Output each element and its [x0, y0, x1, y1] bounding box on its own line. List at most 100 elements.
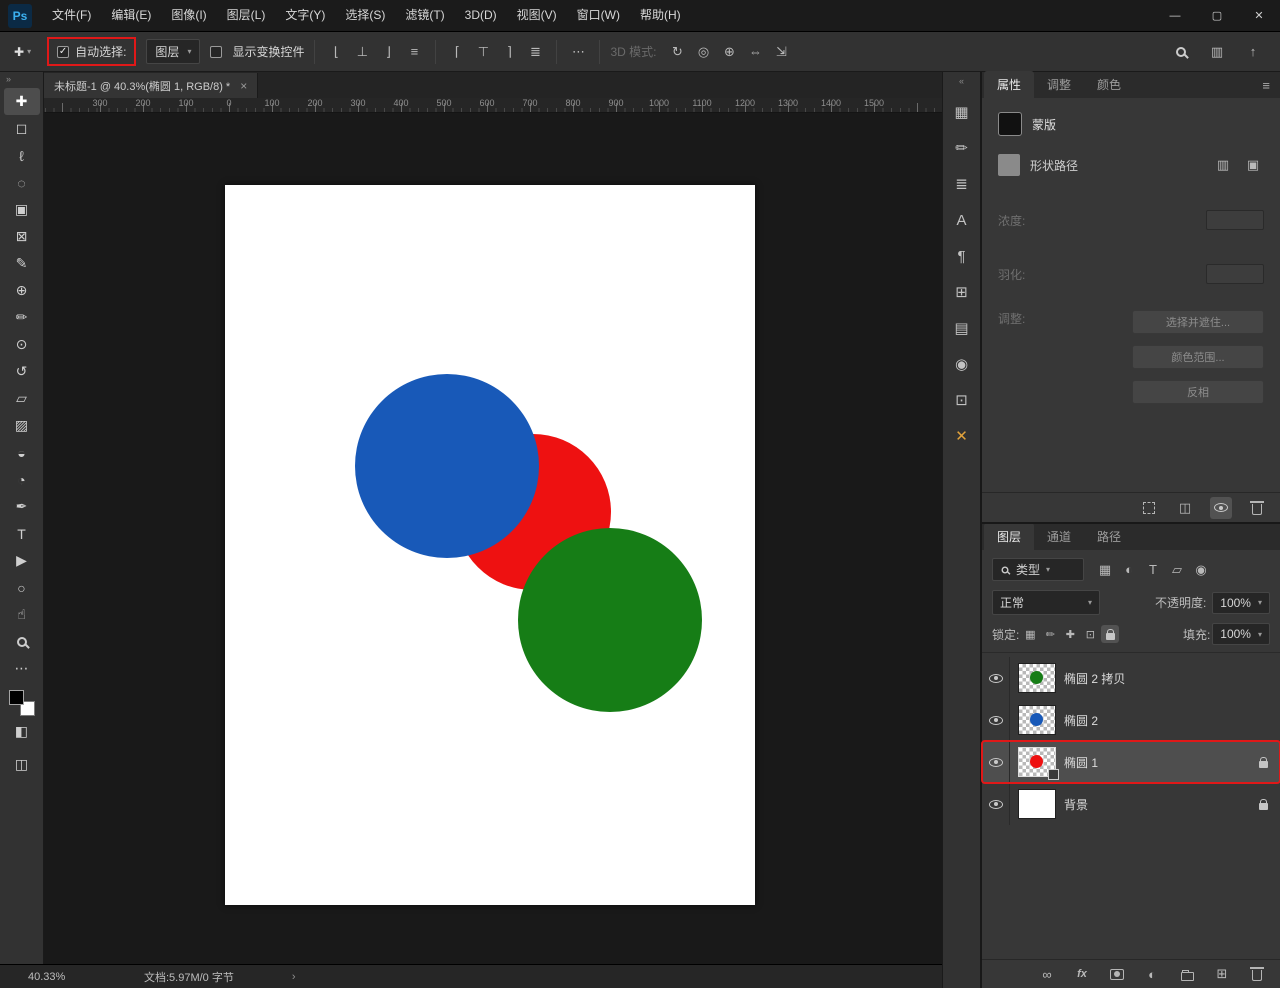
type-tool[interactable]: T: [4, 520, 40, 547]
strip-collapse-icon[interactable]: «: [943, 76, 980, 90]
layer-thumbnail[interactable]: [1019, 664, 1055, 692]
tab-layers[interactable]: 图层: [984, 523, 1034, 550]
layer-row[interactable]: 椭圆 1: [982, 741, 1280, 783]
lock-transparency-icon[interactable]: ▦: [1021, 625, 1039, 643]
lock-nesting-icon[interactable]: ⊡: [1081, 625, 1099, 643]
healing-brush-tool[interactable]: ⊕: [4, 277, 40, 304]
color-swatches[interactable]: [9, 690, 35, 716]
new-layer-icon[interactable]: ⊞: [1211, 963, 1233, 985]
lock-all-icon[interactable]: [1101, 625, 1119, 643]
canvas-document[interactable]: [225, 185, 755, 905]
glyphs-panel-icon[interactable]: ⊞: [948, 278, 976, 306]
tab-properties[interactable]: 属性: [984, 71, 1034, 98]
tab-adjustments[interactable]: 调整: [1034, 71, 1084, 98]
visibility-toggle[interactable]: [982, 741, 1010, 783]
add-layer-mask-icon[interactable]: [1106, 963, 1128, 985]
align-right-edges-icon[interactable]: ⌋: [377, 41, 399, 63]
learn-panel-icon[interactable]: ◉: [948, 350, 976, 378]
menu-item-1[interactable]: 编辑(E): [101, 0, 161, 31]
tab-paths[interactable]: 路径: [1084, 523, 1134, 550]
filter-smart-objects-icon[interactable]: ◉: [1190, 559, 1212, 581]
quick-mask-icon[interactable]: ◧: [4, 718, 40, 745]
auto-select-target-dropdown[interactable]: 图层 ▾: [146, 39, 200, 64]
layer-mask-mode-icon[interactable]: ▥: [1212, 154, 1234, 176]
search-icon[interactable]: [1170, 41, 1192, 63]
align-left-edges-icon[interactable]: ⌊: [325, 41, 347, 63]
prop-button-1[interactable]: 颜色范围...: [1132, 345, 1264, 369]
opacity-dropdown[interactable]: 100% ▾: [1212, 592, 1270, 614]
show-transform-checkbox[interactable]: .: [210, 46, 222, 58]
canvas-area[interactable]: 3002001000100200300400500600700800900100…: [44, 98, 942, 964]
mask-thumbnail[interactable]: [998, 112, 1022, 136]
toolbar-collapse-icon[interactable]: »: [0, 74, 43, 88]
distribute-horizontal-icon[interactable]: ≡: [403, 41, 425, 63]
hand-tool[interactable]: ☝: [4, 601, 40, 628]
feather-value-field[interactable]: [1206, 264, 1264, 284]
clone-source-panel-icon[interactable]: ≣: [948, 170, 976, 198]
path-selection-tool[interactable]: ▶: [4, 547, 40, 574]
gradient-tool[interactable]: ▨: [4, 412, 40, 439]
filter-pixel-layers-icon[interactable]: ▦: [1094, 559, 1116, 581]
layer-row[interactable]: 椭圆 2: [982, 699, 1280, 741]
zoom-level-field[interactable]: 40.33%: [28, 971, 88, 983]
swatches-panel-icon[interactable]: ▦: [948, 98, 976, 126]
menu-item-10[interactable]: 帮助(H): [630, 0, 691, 31]
green-ellipse[interactable]: [518, 528, 702, 712]
character-panel-icon[interactable]: A: [948, 206, 976, 234]
workspace-switcher-icon[interactable]: ▥: [1206, 41, 1228, 63]
document-tab[interactable]: 未标题-1 @ 40.3%(椭圆 1, RGB/8) * ×: [44, 73, 258, 98]
history-brush-tool[interactable]: ↺: [4, 358, 40, 385]
eyedropper-tool[interactable]: ✎: [4, 250, 40, 277]
3d-slide-icon[interactable]: ⇔: [744, 41, 766, 63]
close-tab-icon[interactable]: ×: [240, 79, 247, 93]
paragraph-panel-icon[interactable]: ¶: [948, 242, 976, 270]
edit-toolbar-icon[interactable]: ⋯: [4, 655, 40, 682]
blend-mode-dropdown[interactable]: 正常 ▾: [992, 590, 1100, 615]
lasso-tool[interactable]: ℓ: [4, 142, 40, 169]
prop-button-2[interactable]: 反相: [1132, 380, 1264, 404]
libraries-panel-icon[interactable]: ▤: [948, 314, 976, 342]
more-align-options-icon[interactable]: ⋯: [567, 41, 589, 63]
link-layers-icon[interactable]: ∞: [1036, 963, 1058, 985]
eraser-tool[interactable]: ▱: [4, 385, 40, 412]
info-panel-icon[interactable]: ⊡: [948, 386, 976, 414]
clone-stamp-tool[interactable]: ⊙: [4, 331, 40, 358]
density-value-field[interactable]: [1206, 210, 1264, 230]
3d-drag-icon[interactable]: ⊕: [718, 41, 740, 63]
zoom-tool[interactable]: [4, 628, 40, 655]
menu-item-4[interactable]: 文字(Y): [275, 0, 335, 31]
status-expand-icon[interactable]: ›: [292, 971, 296, 983]
layer-thumbnail[interactable]: [1019, 706, 1055, 734]
prop-button-0[interactable]: 选择并遮住...: [1132, 310, 1264, 334]
layer-style-icon[interactable]: fx: [1071, 963, 1093, 985]
rectangular-marquee-tool[interactable]: ◻: [4, 115, 40, 142]
vector-mask-mode-icon[interactable]: ▣: [1242, 154, 1264, 176]
auto-select-checkbox[interactable]: ✓: [57, 46, 69, 58]
layer-row[interactable]: 椭圆 2 拷贝: [982, 657, 1280, 699]
minimize-button[interactable]: —: [1154, 0, 1196, 31]
3d-rotate-icon[interactable]: ↻: [666, 41, 688, 63]
foreground-color-swatch[interactable]: [9, 690, 24, 705]
pen-tool[interactable]: ✒: [4, 493, 40, 520]
annotations-panel-icon[interactable]: ✕: [948, 422, 976, 450]
filter-shape-layers-icon[interactable]: ▱: [1166, 559, 1188, 581]
share-image-icon[interactable]: ↑: [1242, 41, 1264, 63]
menu-item-9[interactable]: 窗口(W): [567, 0, 630, 31]
brush-tool[interactable]: ✏: [4, 304, 40, 331]
lock-pixels-icon[interactable]: ✏: [1041, 625, 1059, 643]
menu-item-8[interactable]: 视图(V): [507, 0, 567, 31]
crop-tool[interactable]: ▣: [4, 196, 40, 223]
menu-item-7[interactable]: 3D(D): [455, 0, 507, 31]
menu-item-0[interactable]: 文件(F): [42, 0, 101, 31]
align-bottom-edges-icon[interactable]: ⌉: [498, 41, 520, 63]
3d-scale-icon[interactable]: ⇲: [770, 41, 792, 63]
delete-mask-icon[interactable]: [1246, 497, 1268, 519]
align-horizontal-centers-icon[interactable]: ⊥: [351, 41, 373, 63]
distribute-vertical-icon[interactable]: ≣: [524, 41, 546, 63]
filter-type-layers-icon[interactable]: T: [1142, 559, 1164, 581]
tab-channels[interactable]: 通道: [1034, 523, 1084, 550]
panel-menu-icon[interactable]: ≡: [1252, 78, 1280, 98]
menu-item-2[interactable]: 图像(I): [161, 0, 216, 31]
blue-ellipse[interactable]: [355, 374, 539, 558]
filter-adjustment-layers-icon[interactable]: ◐: [1118, 559, 1140, 581]
